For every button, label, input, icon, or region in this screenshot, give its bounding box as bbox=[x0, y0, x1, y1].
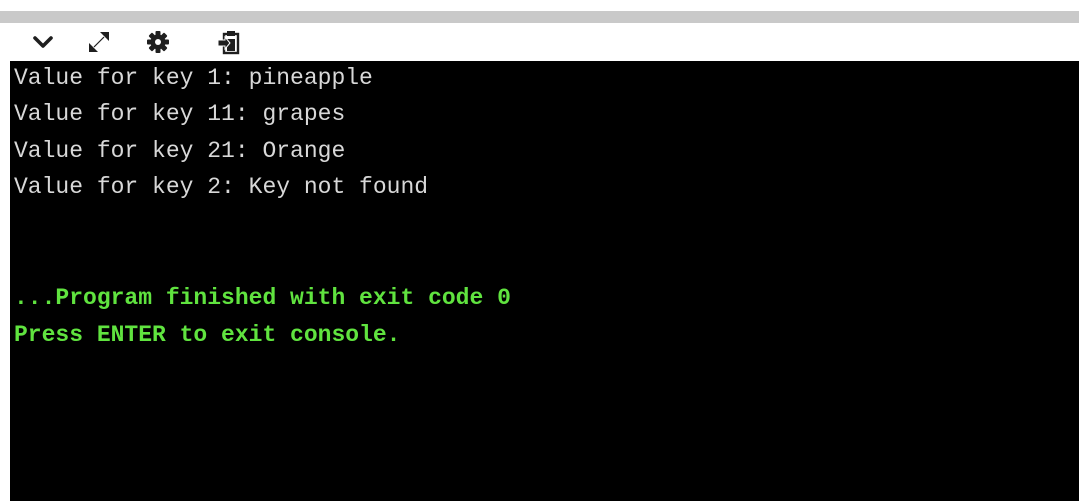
exit-status-line: ...Program finished with exit code 0 bbox=[14, 285, 511, 311]
collapse-button[interactable] bbox=[28, 27, 58, 57]
exit-prompt-line: Press ENTER to exit console. bbox=[14, 322, 401, 348]
expand-button[interactable] bbox=[84, 27, 114, 57]
expand-arrows-icon bbox=[89, 32, 109, 52]
window-top-strip bbox=[0, 11, 1079, 23]
console-output-line: Value for key 21: Orange bbox=[14, 138, 346, 164]
console-output-line: Value for key 2: Key not found bbox=[14, 174, 429, 200]
copy-button[interactable] bbox=[214, 27, 244, 57]
console-output-line: Value for key 11: grapes bbox=[14, 101, 346, 127]
console-toolbar bbox=[0, 23, 1079, 61]
console-output[interactable]: Value for key 1: pineapple Value for key… bbox=[10, 61, 1079, 501]
console-output-line: Value for key 1: pineapple bbox=[14, 65, 373, 91]
clipboard-icon bbox=[217, 31, 240, 55]
gear-icon bbox=[147, 31, 169, 53]
settings-button[interactable] bbox=[143, 27, 173, 57]
chevron-down-icon bbox=[33, 36, 53, 48]
